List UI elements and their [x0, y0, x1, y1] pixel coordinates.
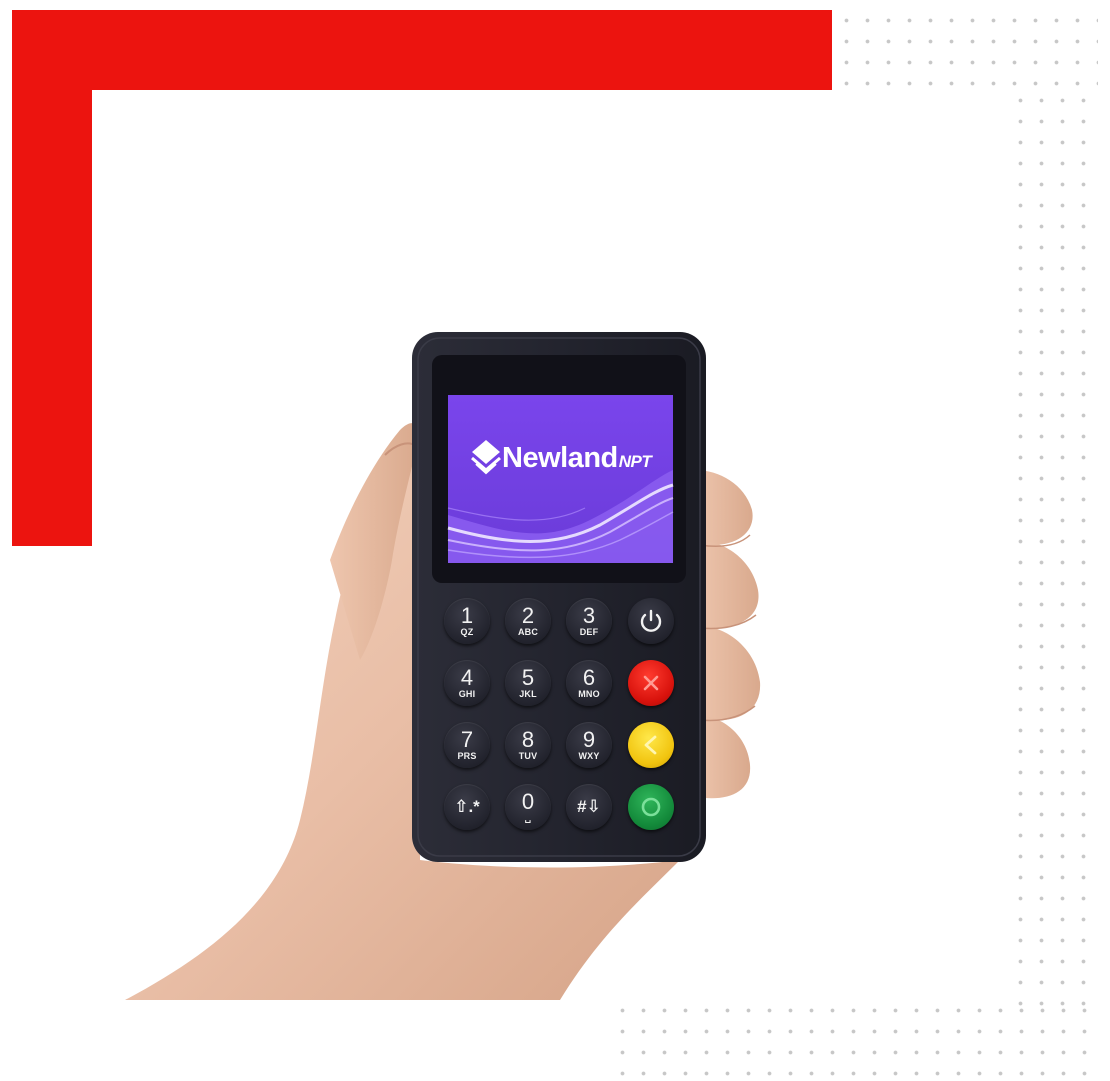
- key-2-letters: ABC: [517, 627, 539, 637]
- brand-logo-text: NewlandNPT: [502, 438, 662, 478]
- key-shift-star[interactable]: ⇧.*: [444, 784, 490, 830]
- back-button[interactable]: [628, 722, 674, 768]
- key-7-digit: 7: [460, 727, 474, 752]
- confirm-button[interactable]: [628, 784, 674, 830]
- power-icon: [640, 609, 662, 632]
- key-1[interactable]: 1 QZ: [444, 598, 490, 644]
- confirm-icon: [641, 797, 661, 817]
- key-7[interactable]: 7 PRS: [444, 722, 490, 768]
- key-4-letters: GHI: [458, 689, 476, 699]
- key-3[interactable]: 3 DEF: [566, 598, 612, 644]
- key-6[interactable]: 6 MNO: [566, 660, 612, 706]
- key-1-digit: 1: [460, 603, 474, 628]
- cancel-button[interactable]: [628, 660, 674, 706]
- key-hash-down-label: #⇩: [577, 797, 601, 816]
- key-4[interactable]: 4 GHI: [444, 660, 490, 706]
- newland-logo-icon: [471, 440, 501, 475]
- key-0[interactable]: 0 ␣: [505, 784, 551, 830]
- brand-suffix: NPT: [618, 452, 652, 471]
- cancel-icon: [643, 675, 659, 691]
- power-button[interactable]: [628, 598, 674, 644]
- key-2[interactable]: 2 ABC: [505, 598, 551, 644]
- key-6-digit: 6: [582, 665, 596, 690]
- key-3-digit: 3: [582, 603, 596, 628]
- hand-holding-pos-terminal: [125, 332, 761, 1000]
- key-8-letters: TUV: [518, 751, 538, 761]
- key-8-digit: 8: [521, 727, 535, 752]
- key-9-letters: WXY: [578, 751, 600, 761]
- key-shift-star-label: ⇧.*: [454, 797, 480, 816]
- key-9[interactable]: 9 WXY: [566, 722, 612, 768]
- brand-name: Newland: [502, 442, 618, 474]
- key-5[interactable]: 5 JKL: [505, 660, 551, 706]
- key-0-digit: 0: [521, 789, 535, 814]
- key-9-digit: 9: [582, 727, 596, 752]
- key-3-letters: DEF: [579, 627, 599, 637]
- back-icon: [644, 735, 657, 755]
- key-8[interactable]: 8 TUV: [505, 722, 551, 768]
- key-hash-down[interactable]: #⇩: [566, 784, 612, 830]
- key-1-letters: QZ: [460, 627, 474, 637]
- key-7-letters: PRS: [457, 751, 477, 761]
- key-2-digit: 2: [521, 603, 535, 628]
- key-6-letters: MNO: [578, 689, 600, 699]
- key-4-digit: 4: [460, 665, 474, 690]
- key-0-space: ␣: [524, 813, 532, 823]
- key-5-digit: 5: [521, 665, 535, 690]
- key-5-letters: JKL: [519, 689, 537, 699]
